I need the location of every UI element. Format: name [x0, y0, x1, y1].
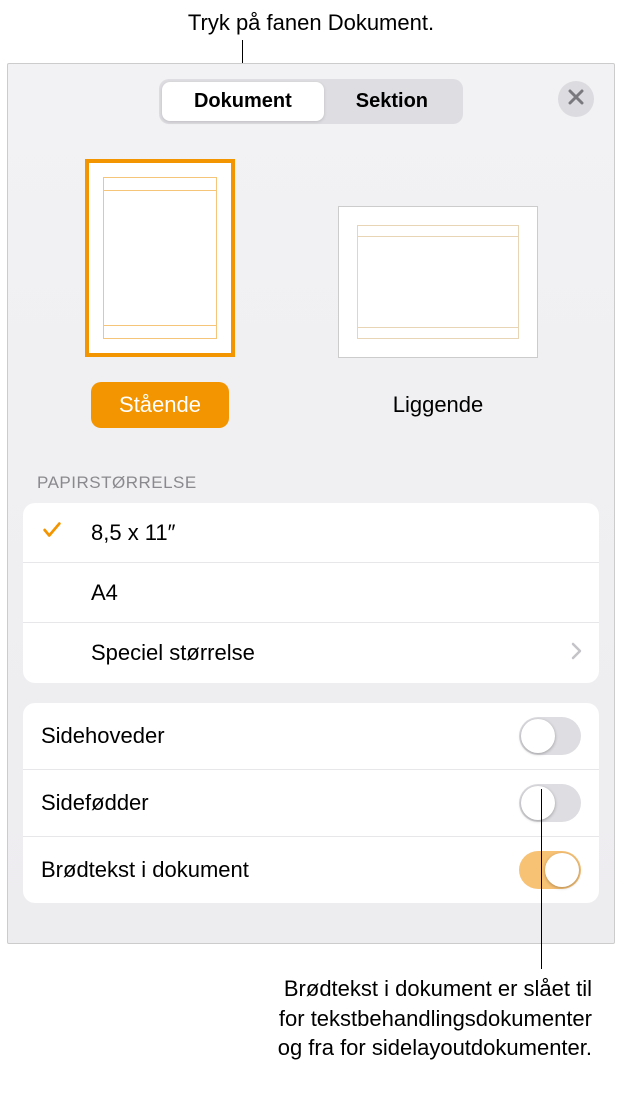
callout-bottom: Brødtekst i dokument er slået til for te… — [0, 944, 622, 1063]
paper-size-letter-label: 8,5 x 11″ — [91, 520, 583, 546]
headers-row: Sidehoveder — [23, 703, 599, 770]
callout-top-text: Tryk på fanen Dokument. — [188, 10, 434, 35]
document-options-panel: Dokument Sektion Stående Liggende PAPIRS… — [7, 63, 615, 944]
callout-bottom-line2: for tekstbehandlingsdokumenter — [80, 1004, 592, 1034]
headers-label: Sidehoveder — [41, 723, 519, 749]
body-text-label: Brødtekst i dokument — [41, 857, 519, 883]
headers-toggle[interactable] — [519, 717, 581, 755]
portrait-preview-icon — [85, 159, 235, 357]
callout-bottom-line1: Brødtekst i dokument er slået til — [80, 974, 592, 1004]
tab-section[interactable]: Sektion — [324, 82, 460, 121]
checkmark-icon — [41, 519, 63, 546]
paper-size-letter-row[interactable]: 8,5 x 11″ — [23, 503, 599, 563]
callout-bottom-line3: og fra for sidelayoutdokumenter. — [80, 1033, 592, 1063]
tab-segment: Dokument Sektion — [159, 79, 463, 124]
close-icon — [568, 89, 584, 110]
orientation-landscape[interactable]: Liggende — [339, 207, 537, 428]
footers-label: Sidefødder — [41, 790, 519, 816]
tabs-row: Dokument Sektion — [23, 79, 599, 124]
body-text-toggle[interactable] — [519, 851, 581, 889]
orientation-row: Stående Liggende — [53, 159, 569, 428]
tab-document[interactable]: Dokument — [162, 82, 324, 121]
switches-list: Sidehoveder Sidefødder Brødtekst i dokum… — [23, 703, 599, 903]
paper-size-a4-label: A4 — [91, 580, 583, 606]
footers-row: Sidefødder — [23, 770, 599, 837]
landscape-button[interactable]: Liggende — [365, 382, 512, 428]
paper-size-list: 8,5 x 11″ A4 Speciel størrelse — [23, 503, 599, 683]
paper-size-header: PAPIRSTØRRELSE — [37, 473, 599, 493]
body-text-row: Brødtekst i dokument — [23, 837, 599, 903]
paper-size-custom-label: Speciel størrelse — [91, 640, 571, 666]
footers-toggle[interactable] — [519, 784, 581, 822]
chevron-right-icon — [571, 642, 583, 665]
orientation-portrait[interactable]: Stående — [85, 159, 235, 428]
callout-line — [541, 789, 542, 969]
paper-size-a4-row[interactable]: A4 — [23, 563, 599, 623]
portrait-button[interactable]: Stående — [91, 382, 229, 428]
callout-top: Tryk på fanen Dokument. — [0, 0, 622, 58]
paper-size-custom-row[interactable]: Speciel størrelse — [23, 623, 599, 683]
landscape-preview-icon — [339, 207, 537, 357]
close-button[interactable] — [558, 81, 594, 117]
